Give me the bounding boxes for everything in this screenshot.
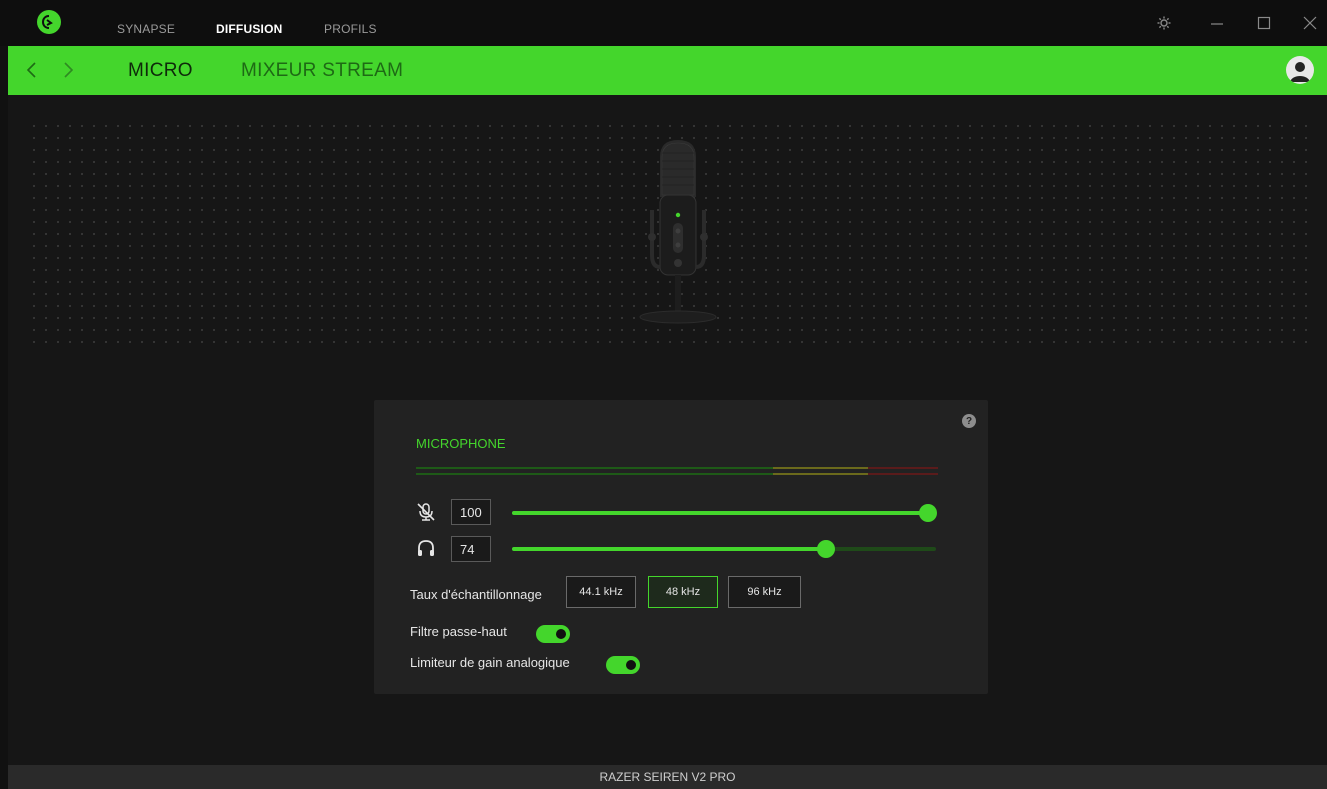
razer-logo-icon[interactable] — [37, 10, 61, 34]
analog-gain-limiter-toggle[interactable] — [606, 656, 640, 674]
tab-profils[interactable]: PROFILS — [324, 22, 377, 36]
mic-volume-slider[interactable] — [512, 504, 937, 522]
device-name-footer: RAZER SEIREN V2 PRO — [8, 765, 1327, 789]
help-icon[interactable]: ? — [962, 414, 976, 428]
monitor-volume-slider[interactable] — [512, 540, 936, 558]
settings-icon[interactable] — [1154, 13, 1174, 33]
close-icon[interactable] — [1300, 13, 1320, 33]
section-title: MICROPHONE — [416, 436, 506, 451]
tab-synapse[interactable]: SYNAPSE — [117, 22, 175, 36]
mic-volume-slider-thumb[interactable] — [919, 504, 937, 522]
mic-volume-input[interactable]: 100 — [451, 499, 491, 525]
analog-gain-limiter-label: Limiteur de gain analogique — [410, 655, 570, 670]
tab-mixeur-stream[interactable]: MIXEUR STREAM — [241, 60, 403, 82]
forward-arrow-icon[interactable] — [58, 60, 78, 80]
tab-micro[interactable]: MICRO — [128, 60, 193, 82]
sample-rate-label: Taux d'échantillonnage — [410, 587, 542, 602]
user-avatar-icon[interactable] — [1286, 56, 1314, 84]
main-content: ? MICROPHONE 100 74 Taux d'échantillonna… — [8, 95, 1327, 765]
sample-rate-48k-button[interactable]: 48 kHz — [648, 576, 718, 608]
monitor-volume-slider-thumb[interactable] — [817, 540, 835, 558]
microphone-settings-panel: ? MICROPHONE 100 74 Taux d'échantillonna… — [374, 400, 988, 694]
sample-rate-44k-button[interactable]: 44.1 kHz — [566, 576, 636, 608]
sample-rate-96k-button[interactable]: 96 kHz — [728, 576, 801, 608]
audio-level-meter — [416, 467, 938, 477]
maximize-icon[interactable] — [1254, 13, 1274, 33]
title-bar: SYNAPSE DIFFUSION PROFILS — [0, 0, 1327, 46]
microphone-device-image — [638, 135, 718, 330]
high-pass-filter-toggle[interactable] — [536, 625, 570, 643]
sub-navigation-bar: MICRO MIXEUR STREAM — [8, 46, 1327, 95]
monitor-volume-input[interactable]: 74 — [451, 536, 491, 562]
mic-mute-icon[interactable] — [416, 502, 436, 522]
minimize-icon[interactable] — [1207, 13, 1227, 33]
tab-diffusion[interactable]: DIFFUSION — [216, 22, 282, 36]
headphones-icon[interactable] — [416, 538, 436, 558]
back-arrow-icon[interactable] — [22, 60, 42, 80]
high-pass-filter-label: Filtre passe-haut — [410, 624, 507, 639]
